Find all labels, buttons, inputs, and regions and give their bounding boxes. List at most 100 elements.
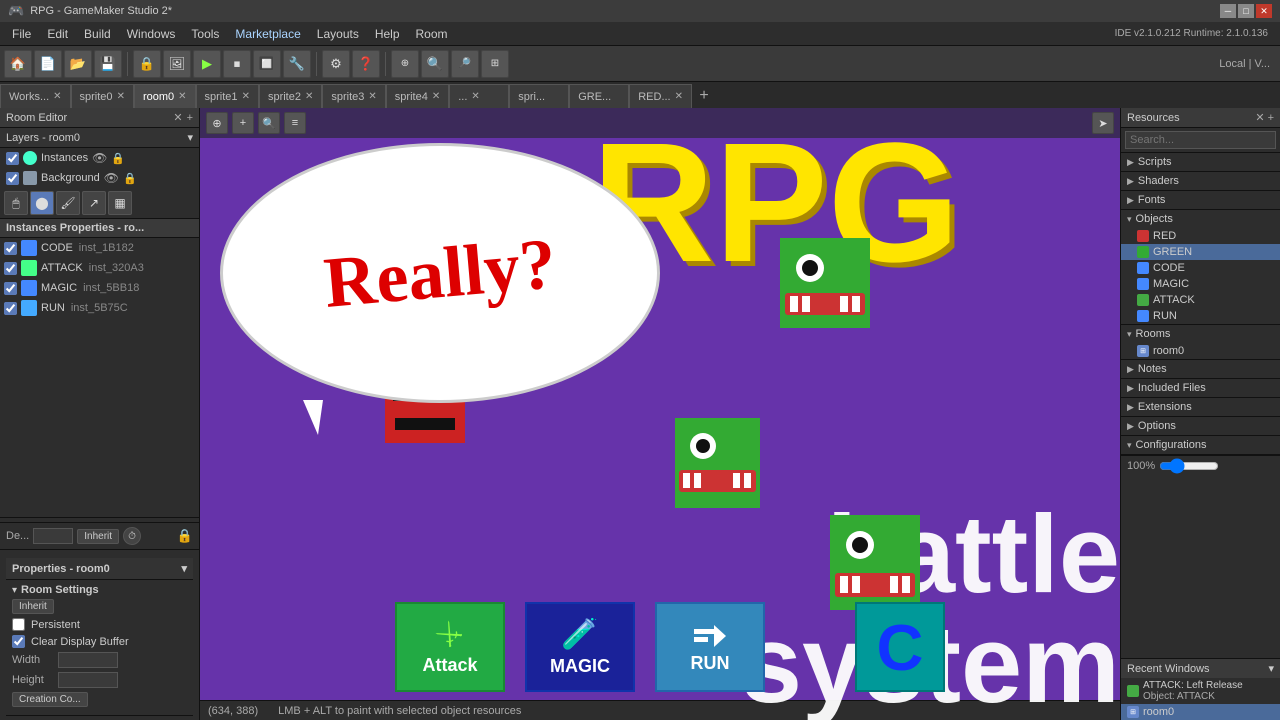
- clock-button[interactable]: ⏱: [123, 527, 141, 545]
- res-item-room0[interactable]: ⊞ room0: [1121, 343, 1280, 359]
- notes-header[interactable]: ▶ Notes: [1121, 360, 1280, 378]
- res-item-code[interactable]: CODE: [1121, 260, 1280, 276]
- width-input[interactable]: 1280: [58, 652, 118, 668]
- tool-extra[interactable]: ▦: [108, 191, 132, 215]
- rooms-header[interactable]: ▾ Rooms: [1121, 325, 1280, 343]
- extensions-header[interactable]: ▶ Extensions: [1121, 398, 1280, 416]
- settings-button[interactable]: ⚙: [322, 50, 350, 78]
- instance-magic-row[interactable]: MAGIC inst_5BB18: [0, 278, 199, 298]
- tab-more[interactable]: ... ✕: [449, 84, 509, 108]
- close-button[interactable]: ✕: [1256, 4, 1272, 18]
- options-header[interactable]: ▶ Options: [1121, 417, 1280, 435]
- lock-button[interactable]: 🔒: [133, 50, 161, 78]
- run-button[interactable]: RUN: [655, 602, 765, 692]
- tool-circle[interactable]: ⬤: [30, 191, 54, 215]
- canvas-search[interactable]: 🔍: [258, 112, 280, 134]
- instance-attack-check[interactable]: [4, 262, 17, 275]
- instance-run-check[interactable]: [4, 302, 17, 315]
- height-input[interactable]: 720: [58, 672, 118, 688]
- zoom-in-button[interactable]: 🔍: [421, 50, 449, 78]
- grid-button[interactable]: ⊞: [481, 50, 509, 78]
- layer-instances-lock[interactable]: 🔒: [111, 152, 125, 165]
- layer-instances[interactable]: Instances 👁 🔒: [0, 148, 199, 168]
- room-editor-add-icon[interactable]: +: [187, 112, 193, 124]
- resources-add-icon[interactable]: +: [1268, 112, 1274, 124]
- properties-room0-header[interactable]: Properties - room0 ▾: [6, 558, 193, 580]
- tab-sprite2[interactable]: sprite2 ✕: [259, 84, 322, 108]
- new-button[interactable]: 📄: [34, 50, 62, 78]
- tab-room0[interactable]: room0 ✕: [134, 84, 196, 108]
- c-button[interactable]: C: [855, 602, 945, 692]
- menu-edit[interactable]: Edit: [39, 25, 76, 43]
- menu-layouts[interactable]: Layouts: [309, 25, 367, 43]
- menu-room[interactable]: Room: [408, 25, 456, 43]
- res-item-red[interactable]: RED: [1121, 228, 1280, 244]
- tab-sprite1-close[interactable]: ✕: [242, 91, 250, 102]
- layer-instances-check[interactable]: [6, 152, 19, 165]
- resources-close-icon[interactable]: ✕: [1255, 111, 1264, 124]
- instance-code-row[interactable]: CODE inst_1B182: [0, 238, 199, 258]
- minimize-button[interactable]: ─: [1220, 4, 1236, 18]
- canvas-zoom-fit[interactable]: ⊕: [206, 112, 228, 134]
- clear-display-checkbox[interactable]: [12, 635, 25, 648]
- canvas-settings[interactable]: ≡: [284, 112, 306, 134]
- canvas-right-arrow[interactable]: ➤: [1092, 112, 1114, 134]
- magic-button[interactable]: 🧪 MAGIC: [525, 602, 635, 692]
- zoom-fit-button[interactable]: ⊕: [391, 50, 419, 78]
- layer-background[interactable]: Background 👁 🔒: [0, 168, 199, 188]
- menu-tools[interactable]: Tools: [183, 25, 227, 43]
- instance-code-check[interactable]: [4, 242, 17, 255]
- tab-add-button[interactable]: +: [692, 84, 716, 108]
- depth-input[interactable]: 0: [33, 528, 73, 544]
- image-button[interactable]: 🖼: [163, 50, 191, 78]
- tab-workspace[interactable]: Works... ✕: [0, 84, 71, 108]
- tab-sprite4[interactable]: sprite4 ✕: [386, 84, 449, 108]
- tool-select[interactable]: 🖱: [4, 191, 28, 215]
- recent-room0[interactable]: ⊞ room0: [1121, 704, 1280, 720]
- stop-button[interactable]: ⏹: [223, 50, 251, 78]
- tab-red[interactable]: RED... ✕: [629, 84, 692, 108]
- layer-background-check[interactable]: [6, 172, 19, 185]
- tab-sprite0[interactable]: sprite0 ✕: [71, 84, 134, 108]
- help-button[interactable]: ❓: [352, 50, 380, 78]
- shaders-header[interactable]: ▶ Shaders: [1121, 172, 1280, 190]
- canvas-zoom-in[interactable]: +: [232, 112, 254, 134]
- debug-button[interactable]: 🔧: [283, 50, 311, 78]
- tab-sprite3[interactable]: sprite3 ✕: [322, 84, 385, 108]
- tool-paint[interactable]: 🖌: [56, 191, 80, 215]
- scripts-header[interactable]: ▶ Scripts: [1121, 153, 1280, 171]
- tab-red-close[interactable]: ✕: [675, 91, 683, 102]
- layer-background-vis[interactable]: 👁: [104, 171, 119, 185]
- res-item-run[interactable]: RUN: [1121, 308, 1280, 324]
- tab-sprite4-close[interactable]: ✕: [432, 91, 440, 102]
- recent-windows-header[interactable]: Recent Windows ▾: [1121, 658, 1280, 678]
- tab-room0-close[interactable]: ✕: [178, 91, 186, 102]
- play-button[interactable]: ▶: [193, 50, 221, 78]
- tab-green[interactable]: GRE...: [569, 84, 629, 108]
- creation-code-button[interactable]: Creation Co...: [12, 692, 88, 707]
- menu-marketplace[interactable]: Marketplace: [227, 25, 308, 43]
- attack-button[interactable]: ⚔ Attack: [395, 602, 505, 692]
- tab-workspace-close[interactable]: ✕: [53, 91, 61, 102]
- instance-magic-check[interactable]: [4, 282, 17, 295]
- save-button[interactable]: 💾: [94, 50, 122, 78]
- tab-spri[interactable]: spri...: [509, 84, 569, 108]
- persistent-checkbox[interactable]: [12, 618, 25, 631]
- res-item-green[interactable]: GREEN: [1121, 244, 1280, 260]
- open-button[interactable]: 📂: [64, 50, 92, 78]
- zoom-out-button[interactable]: 🔎: [451, 50, 479, 78]
- room-inherit-button[interactable]: Inherit: [12, 599, 54, 614]
- home-button[interactable]: 🏠: [4, 50, 32, 78]
- tab-sprite0-close[interactable]: ✕: [117, 91, 125, 102]
- menu-windows[interactable]: Windows: [119, 25, 184, 43]
- tool-cursor[interactable]: ↗: [82, 191, 106, 215]
- search-input[interactable]: [1125, 131, 1276, 149]
- menu-file[interactable]: File: [4, 25, 39, 43]
- square-button[interactable]: 🔲: [253, 50, 281, 78]
- maximize-button[interactable]: □: [1238, 4, 1254, 18]
- menu-help[interactable]: Help: [367, 25, 408, 43]
- res-item-magic[interactable]: MAGIC: [1121, 276, 1280, 292]
- res-item-attack[interactable]: ATTACK: [1121, 292, 1280, 308]
- layer-instances-vis[interactable]: 👁: [92, 151, 107, 165]
- fonts-header[interactable]: ▶ Fonts: [1121, 191, 1280, 209]
